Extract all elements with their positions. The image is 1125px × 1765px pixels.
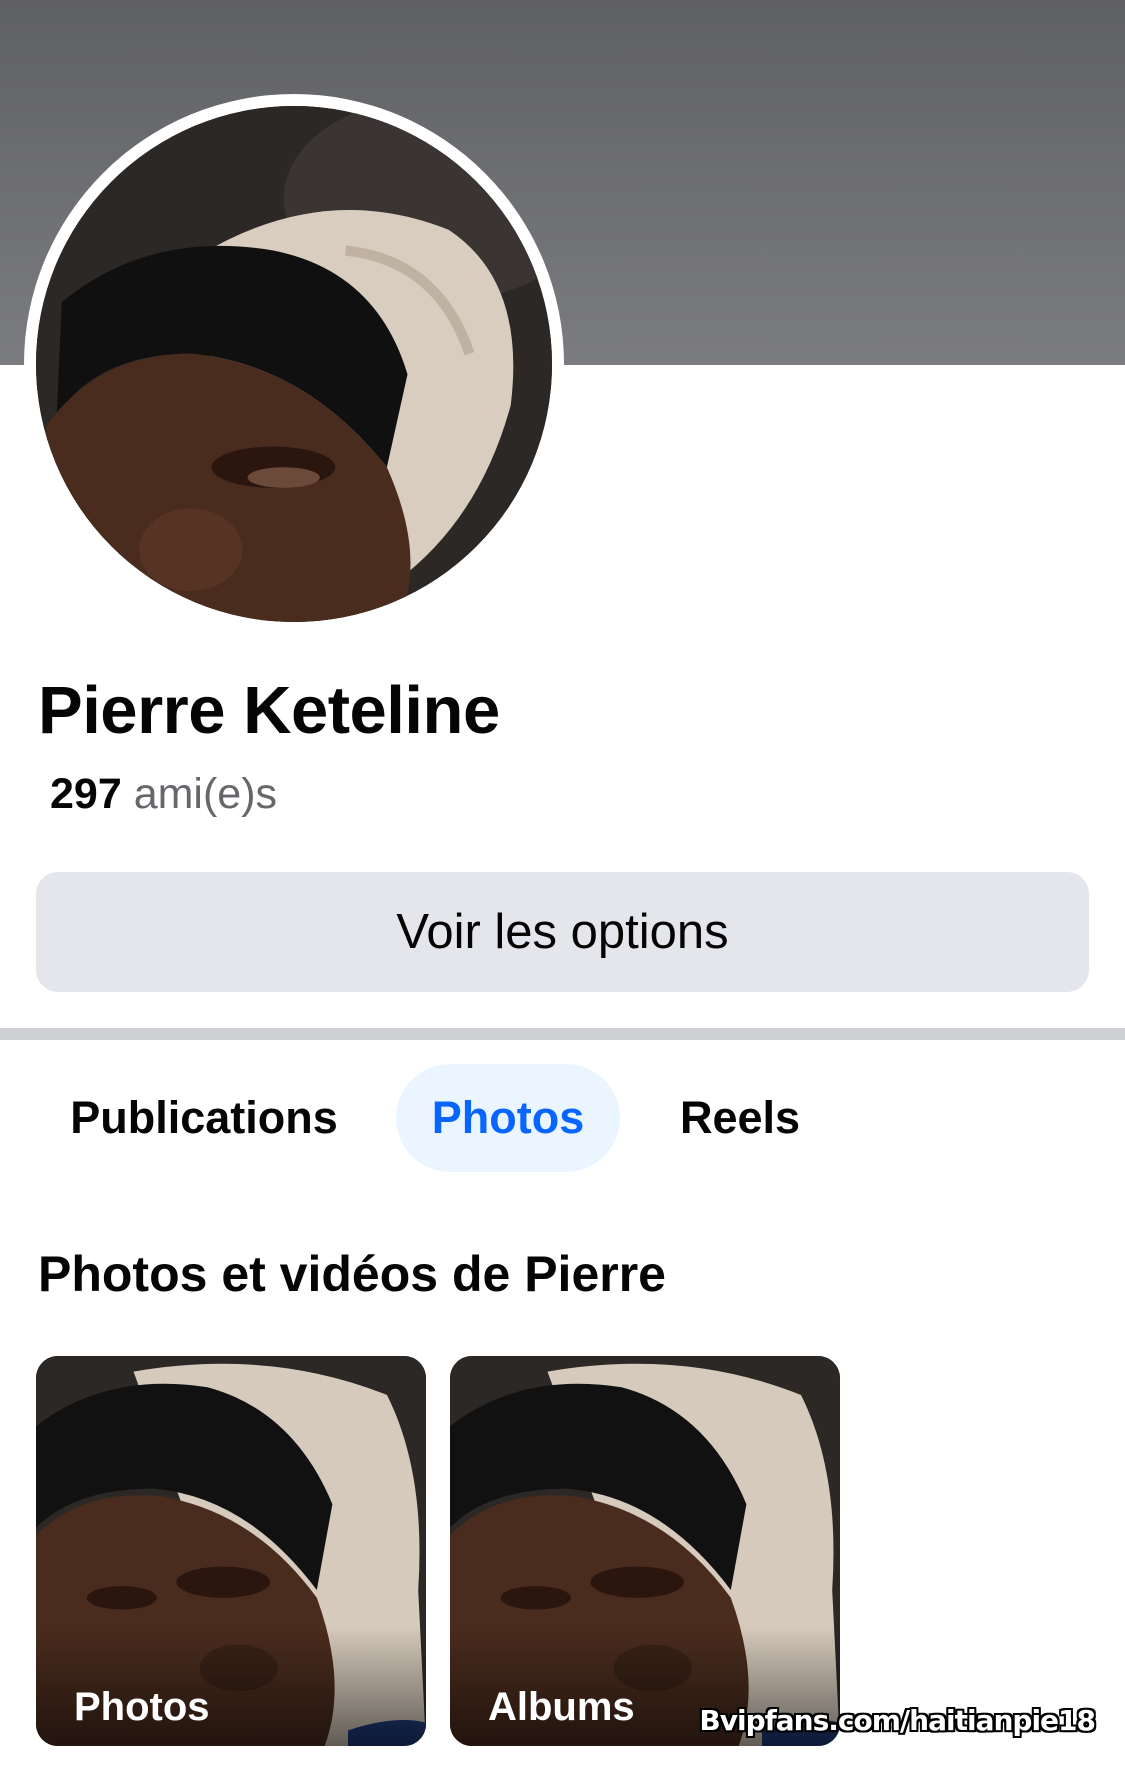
friends-count-number: 297 [50,770,122,818]
profile-photo-image [36,106,552,622]
tab-photos[interactable]: Photos [396,1064,620,1172]
photos-tile-label: Photos [74,1685,210,1729]
friends-count[interactable]: 297 ami(e)s [50,770,277,819]
profile-page: Pierre Keteline 297 ami(e)s Voir les opt… [0,0,1125,1765]
albums-tile-label: Albums [488,1685,635,1729]
tab-reels[interactable]: Reels [660,1064,820,1172]
watermark: Bvipfans.com/haitianpie18 [699,1704,1096,1737]
albums-tile[interactable]: Albums [450,1356,840,1746]
see-options-button[interactable]: Voir les options [36,872,1089,992]
friends-count-label: ami(e)s [133,770,278,818]
profile-tabs: Publications Photos Reels [0,1064,1125,1172]
profile-name: Pierre Keteline [38,673,500,748]
section-divider [0,1028,1125,1040]
tab-publications[interactable]: Publications [42,1064,366,1172]
avatar[interactable] [36,106,552,622]
media-section-title: Photos et vidéos de Pierre [38,1246,666,1302]
photos-tile[interactable]: Photos [36,1356,426,1746]
